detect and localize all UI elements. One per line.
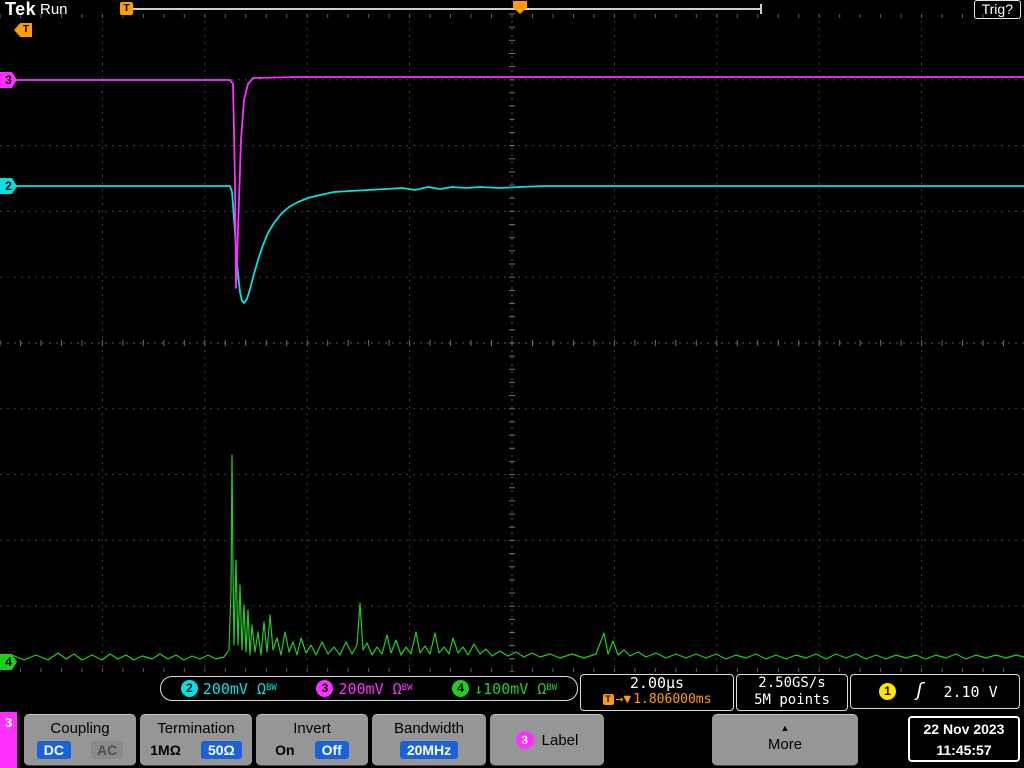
coupling-button[interactable]: Coupling DC AC [24,714,136,766]
chevron-up-icon: ▲ [780,723,790,733]
acquisition-readout: 2.50GS/s 5M points [736,674,848,711]
menu-channel-tab: 3 [0,712,17,768]
ch2-bandwidth-flag: BW [266,682,277,693]
bandwidth-button[interactable]: Bandwidth 20MHz [372,714,486,766]
ch2-scale: 200mV [202,679,248,698]
datetime-display: 22 Nov 2023 11:45:57 [908,716,1020,762]
ch3-scale-readout[interactable]: 3 200mV ΩBW [316,679,413,698]
time-text: 11:45:57 [936,742,992,758]
timebase-scale: 2.00µs [629,674,685,692]
trigger-delay-prefix: →▼ [615,692,632,707]
menu-bar: 3 Coupling DC AC Termination 1MΩ 50Ω Inv… [0,712,1024,768]
trigger-level-value: 2.10 V [943,682,998,701]
ch4-impedance: Ω [537,679,547,698]
ch4-badge: 4 [452,680,470,697]
invert-title: Invert [293,720,331,737]
waveform-ch4 [0,454,1024,661]
trigger-time-chip: T [120,2,133,15]
oscilloscope-screen: Tek Run T Trig? T 3 2 4 2 200mV ΩBW 3 20… [0,0,1024,768]
ch4-scale-readout[interactable]: 4 ↓100mV ΩBW [452,680,557,698]
tek-logo: Tek [5,0,37,19]
bandwidth-value[interactable]: 20MHz [399,741,459,759]
more-button[interactable]: ▲ More [712,714,858,766]
label-channel-badge: 3 [515,731,534,749]
coupling-ac-option[interactable]: AC [91,741,124,759]
ch2-impedance: Ω [256,679,267,698]
trigger-readout[interactable]: 1 ʃ 2.10 V [850,674,1020,709]
coupling-title: Coupling [50,720,110,737]
bandwidth-title: Bandwidth [393,720,465,737]
trigger-status-badge: Trig? [973,0,1021,19]
invert-on-option[interactable]: On [275,742,294,758]
coupling-dc-option[interactable]: DC [36,741,71,759]
sample-rate: 2.50GS/s [758,675,826,691]
more-title: More [767,736,803,753]
ch3-badge: 3 [316,680,334,697]
ch3-bandwidth-flag: BW [401,682,413,693]
acquisition-bar [130,4,762,14]
ch4-bandwidth-flag: BW [546,682,558,693]
ch3-impedance: Ω [392,679,402,698]
termination-1mohm-option[interactable]: 1MΩ [150,742,181,758]
termination-title: Termination [157,720,235,737]
label-button[interactable]: 3 Label [490,714,604,766]
trigger-delay-icon: T [602,694,614,705]
termination-button[interactable]: Termination 1MΩ 50Ω [140,714,252,766]
acquisition-bar-right-cap [760,4,762,14]
record-length: 5M points [754,692,830,708]
rising-edge-icon: ʃ [914,679,926,701]
ch3-scale: 200mV [338,679,384,698]
ch2-badge: 2 [180,680,198,697]
graticule [0,13,1024,672]
trigger-delay-readout: T →▼ 1.806000ms [581,692,733,707]
termination-50ohm-option[interactable]: 50Ω [200,741,242,759]
invert-button[interactable]: Invert On Off [256,714,368,766]
trigger-delay-value: 1.806000ms [633,692,712,707]
ch4-scale: ↓100mV [474,679,529,698]
label-title: Label [541,731,579,749]
invert-off-option[interactable]: Off [314,741,349,759]
trigger-source-badge: 1 [879,683,896,700]
timebase-readout[interactable]: 2.00µs T →▼ 1.806000ms [580,674,734,711]
acquisition-status: Run [40,1,68,18]
ch2-scale-readout[interactable]: 2 200mV ΩBW [180,679,277,698]
channel-scale-readouts: 2 200mV ΩBW 3 200mV ΩBW 4 ↓100mV ΩBW [160,676,578,701]
date-text: 22 Nov 2023 [923,721,1005,737]
